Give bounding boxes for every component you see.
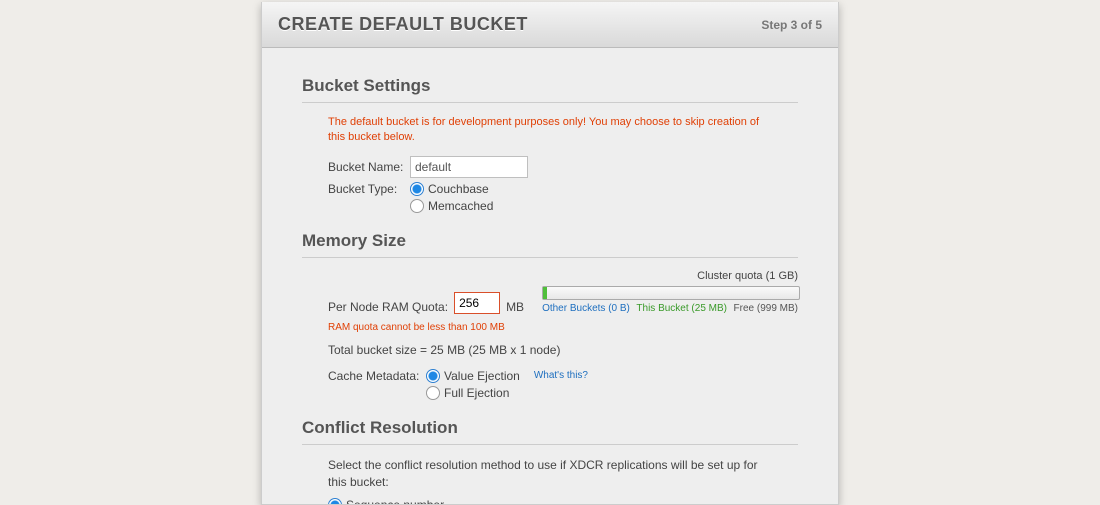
whats-this-link[interactable]: What's this? [534,370,588,381]
legend-this-bucket: This Bucket (25 MB) [636,303,727,314]
cache-metadata-label: Cache Metadata: [328,369,420,383]
bucket-name-input[interactable] [410,156,528,178]
section-bucket-settings-title: Bucket Settings [302,76,798,103]
ram-unit: MB [506,300,524,314]
dialog-title: CREATE DEFAULT BUCKET [278,14,528,35]
bucket-type-option-label: Memcached [428,199,493,213]
radio-icon [426,369,440,383]
radio-icon [426,386,440,400]
bucket-settings-warning: The default bucket is for development pu… [328,115,768,146]
cache-option-label: Full Ejection [444,386,509,400]
per-node-ram-label: Per Node RAM Quota: [328,300,448,314]
cache-value-ejection[interactable]: Value Ejection What's this? [426,369,588,383]
section-conflict-title: Conflict Resolution [302,418,798,445]
bucket-type-couchbase[interactable]: Couchbase [410,182,493,196]
bucket-type-label: Bucket Type: [328,182,410,196]
bucket-type-memcached[interactable]: Memcached [410,199,493,213]
conflict-sequence-number[interactable]: Sequence number [328,498,798,505]
per-node-ram-input[interactable] [454,292,500,314]
ram-usage-legend: Other Buckets (0 B) This Bucket (25 MB) … [542,303,798,314]
legend-other-buckets: Other Buckets (0 B) [542,303,630,314]
conflict-option-label: Sequence number [346,498,444,505]
radio-icon [410,182,424,196]
radio-icon [328,498,342,505]
create-bucket-dialog: CREATE DEFAULT BUCKET Step 3 of 5 Bucket… [261,2,839,505]
bucket-name-label: Bucket Name: [328,160,410,174]
section-memory-title: Memory Size [302,231,798,258]
total-bucket-size: Total bucket size = 25 MB (25 MB x 1 nod… [328,343,798,357]
cache-full-ejection[interactable]: Full Ejection [426,386,588,400]
legend-free: Free (999 MB) [734,303,798,314]
ram-usage-bar [542,286,800,300]
radio-icon [410,199,424,213]
ram-quota-error: RAM quota cannot be less than 100 MB [328,322,798,333]
ram-usage-this-segment [543,287,547,299]
conflict-description: Select the conflict resolution method to… [328,457,768,491]
dialog-body: Bucket Settings The default bucket is fo… [262,48,838,505]
step-indicator: Step 3 of 5 [761,18,822,32]
cluster-quota-label: Cluster quota (1 GB) [542,270,798,282]
cache-option-label: Value Ejection [444,369,520,383]
dialog-header: CREATE DEFAULT BUCKET Step 3 of 5 [262,2,838,48]
bucket-type-option-label: Couchbase [428,182,489,196]
